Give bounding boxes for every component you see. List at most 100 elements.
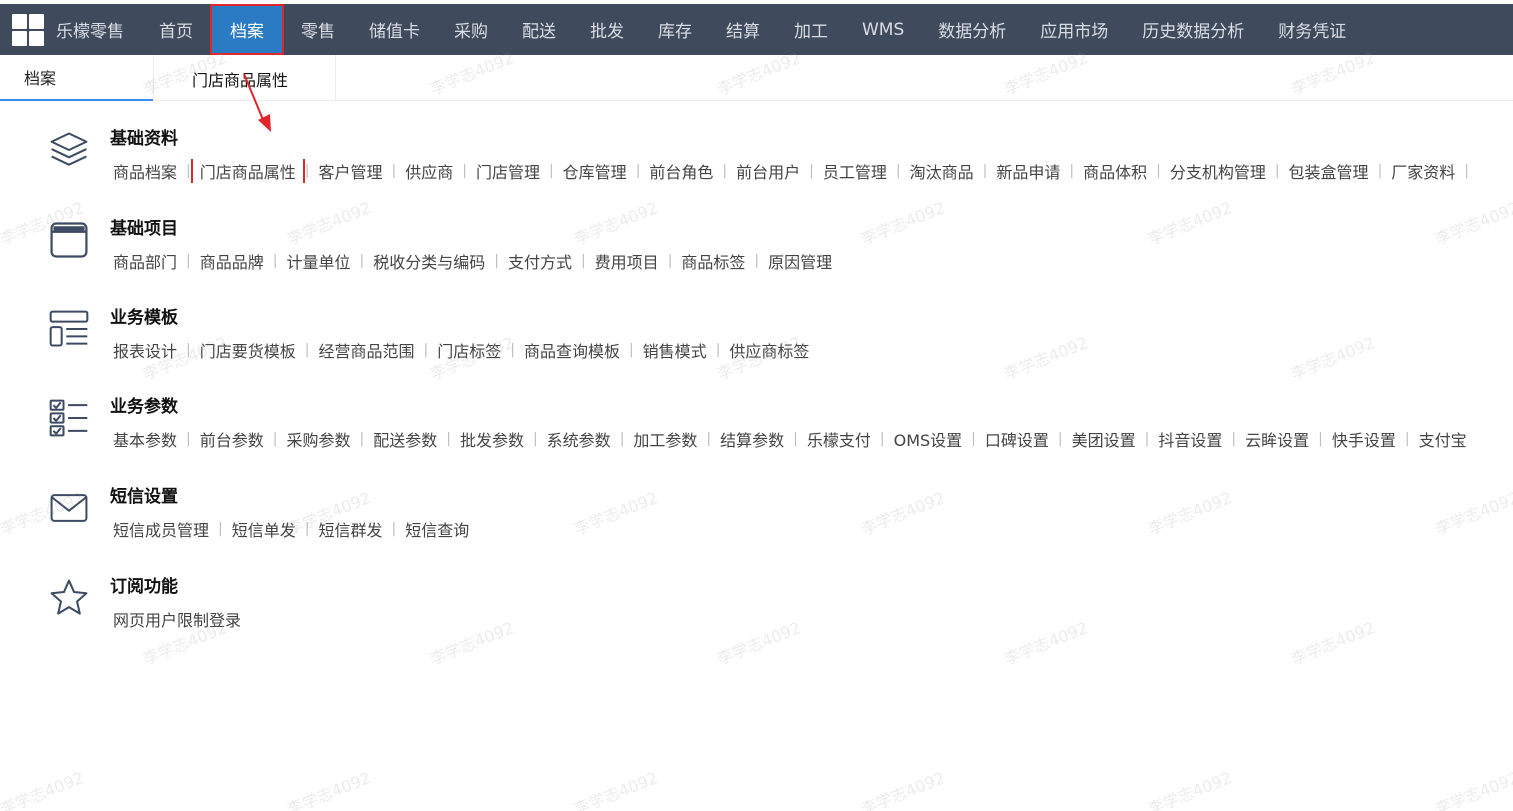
link-separator: |	[706, 431, 712, 447]
section-link[interactable]: 商品品牌	[197, 249, 267, 273]
section-link[interactable]: 短信群发	[315, 517, 385, 541]
section-link[interactable]: 短信成员管理	[110, 517, 212, 541]
nav-item[interactable]: 库存	[641, 4, 709, 55]
section-link[interactable]: 原因管理	[765, 249, 835, 273]
section-0: 基础资料 商品档案 | 门店商品属性 | 客户管理 | 供应商 | 门店管理 | 仓库管理 | 前台角色 |…	[0, 122, 1513, 202]
section-4: 短信设置短信成员管理 | 短信单发 | 短信群发 | 短信查询	[0, 480, 1513, 560]
nav-item[interactable]: 采购	[437, 4, 505, 55]
link-separator: |	[628, 342, 634, 358]
link-separator: |	[218, 521, 223, 537]
watermark-text: 李学志4092	[1432, 767, 1513, 811]
tab-archive[interactable]: 档案	[0, 55, 153, 101]
section-link[interactable]: 商品部门	[110, 249, 180, 273]
apps-grid-icon[interactable]	[0, 4, 56, 55]
nav-item[interactable]: 档案	[210, 4, 284, 55]
section-link[interactable]: 销售模式	[640, 338, 710, 362]
section-link[interactable]: 支付方式	[505, 249, 575, 273]
section-link[interactable]: 前台用户	[733, 159, 803, 183]
section-link[interactable]: 客户管理	[315, 159, 385, 183]
section-links: 网页用户限制登录	[110, 607, 244, 631]
section-link[interactable]: 采购参数	[283, 427, 353, 451]
section-link[interactable]: 供应商标签	[726, 338, 812, 362]
nav-item[interactable]: 批发	[573, 4, 641, 55]
section-link[interactable]: 税收分类与编码	[370, 249, 488, 273]
link-separator: |	[793, 431, 798, 447]
section-link[interactable]: 云眸设置	[1242, 427, 1312, 451]
section-title: 基础项目	[110, 219, 178, 239]
section-links: 报表设计 | 门店要货模板 | 经营商品范围 | 门店标签 | 商品查询模板 | 销售模式 | 供应商标…	[110, 338, 812, 362]
section-link[interactable]: 门店标签	[434, 338, 504, 362]
link-separator: |	[1156, 163, 1161, 179]
watermark-text: 李学志4092	[284, 767, 374, 811]
nav-item[interactable]: 储值卡	[352, 4, 437, 55]
section-link[interactable]: 抖音设置	[1155, 427, 1225, 451]
section-link[interactable]: 费用项目	[592, 249, 662, 273]
nav-item[interactable]: 首页	[142, 4, 210, 55]
link-separator: |	[304, 342, 310, 358]
section-title: 订阅功能	[110, 577, 178, 597]
section-link[interactable]: 经营商品范围	[315, 338, 417, 362]
link-separator: |	[510, 342, 515, 358]
section-link[interactable]: 基本参数	[110, 427, 180, 451]
nav-item[interactable]: 财务凭证	[1261, 4, 1363, 55]
nav-item[interactable]: 历史数据分析	[1125, 4, 1261, 55]
section-link[interactable]: 员工管理	[820, 159, 890, 183]
top-navigation-bar: 乐檬零售 首页 档案 零售 储值卡 采购 配送 批发 库存 结算 加工 WMS 数据分析 应用市场 历史数…	[0, 4, 1513, 55]
section-link[interactable]: 前台角色	[646, 159, 716, 183]
nav-item[interactable]: 加工	[777, 4, 845, 55]
section-link[interactable]: 短信单发	[229, 517, 299, 541]
section-link[interactable]: 淘汰商品	[907, 159, 977, 183]
nav-item[interactable]: WMS	[845, 4, 921, 55]
section-links: 短信成员管理 | 短信单发 | 短信群发 | 短信查询	[110, 517, 472, 541]
section-link[interactable]: 口碑设置	[982, 427, 1052, 451]
link-separator: |	[446, 431, 451, 447]
nav-item[interactable]: 结算	[709, 4, 777, 55]
section-link[interactable]: 系统参数	[544, 427, 614, 451]
section-link[interactable]: 乐檬支付	[804, 427, 874, 451]
template-icon	[47, 307, 95, 355]
section-2: 业务模板 报表设计 | 门店要货模板 | 经营商品范围 | 门店标签 | 商品查询模板 | 销售模式 |…	[0, 301, 1513, 381]
section-link[interactable]: 门店商品属性	[190, 159, 305, 183]
section-link[interactable]: 厂家资料	[1388, 159, 1458, 183]
watermark-text: 李学志4092	[858, 767, 948, 811]
section-link[interactable]: 结算参数	[717, 427, 787, 451]
link-separator: |	[359, 253, 365, 269]
section-link[interactable]: 商品档案	[110, 159, 180, 183]
nav-item[interactable]: 零售	[284, 4, 352, 55]
section-link[interactable]: 新品申请	[993, 159, 1063, 183]
tab-bar: 档案 门店商品属性	[0, 55, 1513, 101]
link-separator: |	[667, 253, 673, 269]
section-link[interactable]: 网页用户限制登录	[110, 607, 244, 631]
section-title: 业务模板	[110, 308, 178, 328]
nav-item[interactable]: 应用市场	[1023, 4, 1125, 55]
section-link[interactable]: 加工参数	[630, 427, 700, 451]
section-link[interactable]: 计量单位	[283, 249, 353, 273]
nav-item[interactable]: 数据分析	[921, 4, 1023, 55]
section-link[interactable]: OMS设置	[891, 427, 966, 451]
section-link[interactable]: 短信查询	[402, 517, 472, 541]
layers-icon	[47, 128, 95, 176]
section-link[interactable]: 配送参数	[370, 427, 440, 451]
section-link[interactable]: 门店管理	[473, 159, 543, 183]
section-link[interactable]: 包装盒管理	[1286, 159, 1372, 183]
section-link[interactable]: 商品查询模板	[521, 338, 623, 362]
section-link[interactable]: 门店要货模板	[197, 338, 299, 362]
link-separator: |	[1318, 431, 1323, 447]
nav-item[interactable]: 配送	[505, 4, 573, 55]
link-separator: |	[304, 521, 310, 537]
section-link[interactable]: 支付宝	[1416, 427, 1470, 451]
section-link[interactable]: 快手设置	[1329, 427, 1399, 451]
link-separator: |	[1274, 163, 1280, 179]
section-link[interactable]: 批发参数	[457, 427, 527, 451]
section-link[interactable]: 商品标签	[678, 249, 748, 273]
section-link[interactable]: 美团设置	[1069, 427, 1139, 451]
section-link[interactable]: 前台参数	[197, 427, 267, 451]
link-separator: |	[1231, 431, 1237, 447]
section-link[interactable]: 供应商	[402, 159, 456, 183]
section-link[interactable]: 分支机构管理	[1167, 159, 1269, 183]
section-link[interactable]: 商品体积	[1080, 159, 1150, 183]
section-link[interactable]: 报表设计	[110, 338, 180, 362]
link-separator: |	[391, 521, 397, 537]
section-link[interactable]: 仓库管理	[560, 159, 630, 183]
section-title: 短信设置	[110, 487, 178, 507]
